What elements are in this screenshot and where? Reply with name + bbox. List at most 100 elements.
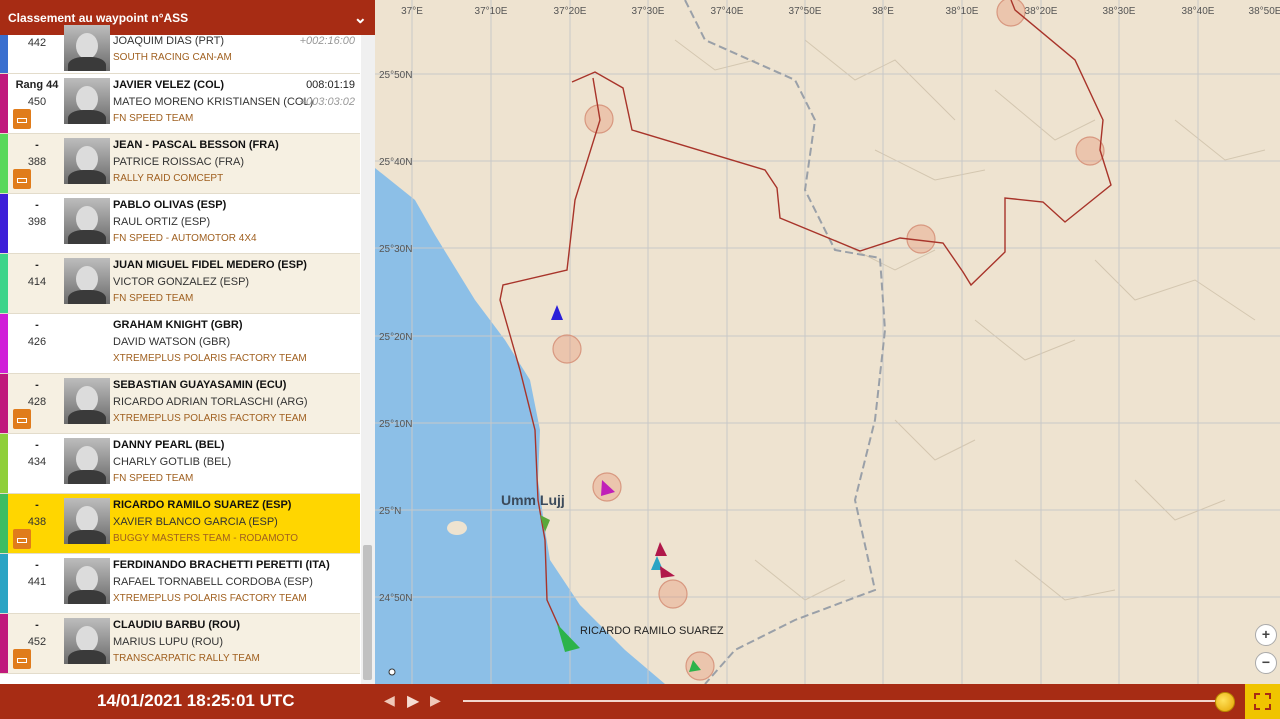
driver-name: CLAUDIU BARBU (ROU) <box>113 619 241 631</box>
category-color-bar <box>0 74 8 133</box>
lat-label: 24°50N <box>379 593 412 604</box>
lon-label: 38°40E <box>1182 6 1215 17</box>
rank-label: - <box>35 559 39 571</box>
scale-dot <box>388 668 396 676</box>
codriver-name: RICARDO ADRIAN TORLASCHI (ARG) <box>113 396 308 408</box>
timeline-slider[interactable] <box>463 700 1218 702</box>
category-color-bar <box>0 194 8 253</box>
ranking-panel: Classement au waypoint n°ASS ⌄ 442 JOAQUI… <box>0 0 376 684</box>
panel-header[interactable]: Classement au waypoint n°ASS ⌄ <box>0 0 375 35</box>
play-button[interactable]: ▶ <box>407 691 419 711</box>
codriver-name: MATEO MORENO KRISTIANSEN (COL) <box>113 96 314 108</box>
dakar-legends-icon <box>13 169 31 189</box>
ranking-row[interactable]: - 441 FERDINANDO BRACHETTI PERETTI (ITA) RA… <box>0 554 360 614</box>
race-number: 441 <box>27 576 47 588</box>
category-color-bar <box>0 134 8 193</box>
team-name: FN SPEED TEAM <box>113 473 194 484</box>
dakar-legends-icon <box>13 409 31 429</box>
driver-name: GRAHAM KNIGHT (GBR) <box>113 319 243 331</box>
ranking-row[interactable]: - 426 GRAHAM KNIGHT (GBR) DAVID WATSON (GBR… <box>0 314 360 374</box>
zoom-out-button[interactable]: − <box>1255 652 1277 674</box>
team-name: FN SPEED - AUTOMOTOR 4X4 <box>113 233 257 244</box>
rank-label: - <box>35 259 39 271</box>
ranking-list: 442 JOAQUIM DIAS (PRT) SOUTH RACING CAN-AM… <box>0 25 360 674</box>
fullscreen-icon <box>1254 693 1271 710</box>
lat-label: 25°50N <box>379 70 412 81</box>
fullscreen-button[interactable] <box>1245 684 1280 719</box>
driver-name: JUAN MIGUEL FIDEL MEDERO (ESP) <box>113 259 307 271</box>
race-number: 434 <box>27 456 47 468</box>
ranking-row[interactable]: - 428 SEBASTIAN GUAYASAMIN (ECU) RICARDO AD… <box>0 374 360 434</box>
zoom-in-button[interactable]: + <box>1255 624 1277 646</box>
race-number: 414 <box>27 276 47 288</box>
rank-label: - <box>35 319 39 331</box>
rank-label: - <box>35 199 39 211</box>
map[interactable]: 37°E 37°10E 37°20E 37°30E 37°40E 37°50E … <box>375 0 1280 685</box>
driver-photo <box>64 498 110 544</box>
previous-button[interactable]: ◀ <box>384 692 395 709</box>
race-number: 428 <box>27 396 47 408</box>
lon-label: 37°10E <box>475 6 508 17</box>
driver-photo <box>64 25 110 71</box>
codriver-name: MARIUS LUPU (ROU) <box>113 636 224 648</box>
category-color-bar <box>0 254 8 313</box>
lon-label: 37°40E <box>711 6 744 17</box>
rank-label: - <box>35 139 39 151</box>
category-color-bar <box>0 35 8 73</box>
driver-name: JEAN - PASCAL BESSON (FRA) <box>113 139 279 151</box>
driver-photo <box>64 558 110 604</box>
ranking-row[interactable]: - 434 DANNY PEARL (BEL) CHARLY GOTLIB (BEL)… <box>0 434 360 494</box>
driver-name: SEBASTIAN GUAYASAMIN (ECU) <box>113 379 287 391</box>
category-color-bar <box>0 494 8 553</box>
driver-photo <box>64 378 110 424</box>
category-color-bar <box>0 614 8 673</box>
driver-name: PABLO OLIVAS (ESP) <box>113 199 227 211</box>
team-name: TRANSCARPATIC RALLY TEAM <box>113 653 260 664</box>
scrollbar[interactable] <box>361 35 375 684</box>
dakar-legends-icon <box>13 649 31 669</box>
lat-label: 25°30N <box>379 244 412 255</box>
scrollbar-thumb[interactable] <box>363 545 372 680</box>
team-name: FN SPEED TEAM <box>113 293 194 304</box>
current-datetime: 14/01/2021 18:25:01 UTC <box>97 691 295 710</box>
panel-title: Classement au waypoint n°ASS <box>8 10 189 25</box>
driver-photo <box>64 198 110 244</box>
codriver-name: JOAQUIM DIAS (PRT) <box>113 35 225 47</box>
next-button[interactable]: ▶ <box>430 692 441 709</box>
time-gap: +003:03:02 <box>299 96 355 108</box>
team-name: XTREMEPLUS POLARIS FACTORY TEAM <box>113 353 307 364</box>
map-canvas[interactable]: 37°E 37°10E 37°20E 37°30E 37°40E 37°50E … <box>375 0 1280 685</box>
codriver-name: RAFAEL TORNABELL CORDOBA (ESP) <box>113 576 313 588</box>
driver-name: DANNY PEARL (BEL) <box>113 439 225 451</box>
driver-photo <box>64 258 110 304</box>
driver-photo <box>64 438 110 484</box>
driver-name: FERDINANDO BRACHETTI PERETTI (ITA) <box>113 559 330 571</box>
lon-label: 38°20E <box>1025 6 1058 17</box>
lon-label: 37°E <box>401 6 423 17</box>
driver-name: JAVIER VELEZ (COL) <box>113 79 225 91</box>
ranking-row[interactable]: - 398 PABLO OLIVAS (ESP) RAUL ORTIZ (ESP) FN… <box>0 194 360 254</box>
lon-label: 37°20E <box>554 6 587 17</box>
playback-bar: 14/01/2021 18:25:01 UTC ◀ ▶ ▶ <box>0 684 1280 719</box>
lon-label: 38°10E <box>946 6 979 17</box>
ranking-row[interactable]: 442 JOAQUIM DIAS (PRT) SOUTH RACING CAN-AM… <box>0 25 360 74</box>
dakar-legends-icon <box>13 109 31 129</box>
lat-label: 25°10N <box>379 419 412 430</box>
category-color-bar <box>0 374 8 433</box>
race-number: 388 <box>27 156 47 168</box>
timeline-knob[interactable] <box>1215 692 1235 712</box>
selected-ranking-row[interactable]: - 438 RICARDO RAMILO SUAREZ (ESP) XAVIER BL… <box>0 494 360 554</box>
rank-label: - <box>35 439 39 451</box>
chevron-down-icon[interactable]: ⌄ <box>354 8 367 28</box>
ranking-row[interactable]: - 414 JUAN MIGUEL FIDEL MEDERO (ESP) VICTOR… <box>0 254 360 314</box>
driver-photo <box>64 618 110 664</box>
ranking-row[interactable]: - 388 JEAN - PASCAL BESSON (FRA) PATRICE RO… <box>0 134 360 194</box>
team-name: RALLY RAID COMCEPT <box>113 173 224 184</box>
ranking-row[interactable]: Rang 44 450 JAVIER VELEZ (COL) MATEO MORENO… <box>0 74 360 134</box>
codriver-name: RAUL ORTIZ (ESP) <box>113 216 211 228</box>
lon-label: 37°50E <box>789 6 822 17</box>
lon-label: 37°30E <box>632 6 665 17</box>
stage-time: 008:01:19 <box>306 79 355 91</box>
driver-photo <box>64 78 110 124</box>
ranking-row[interactable]: - 452 CLAUDIU BARBU (ROU) MARIUS LUPU (ROU)… <box>0 614 360 674</box>
